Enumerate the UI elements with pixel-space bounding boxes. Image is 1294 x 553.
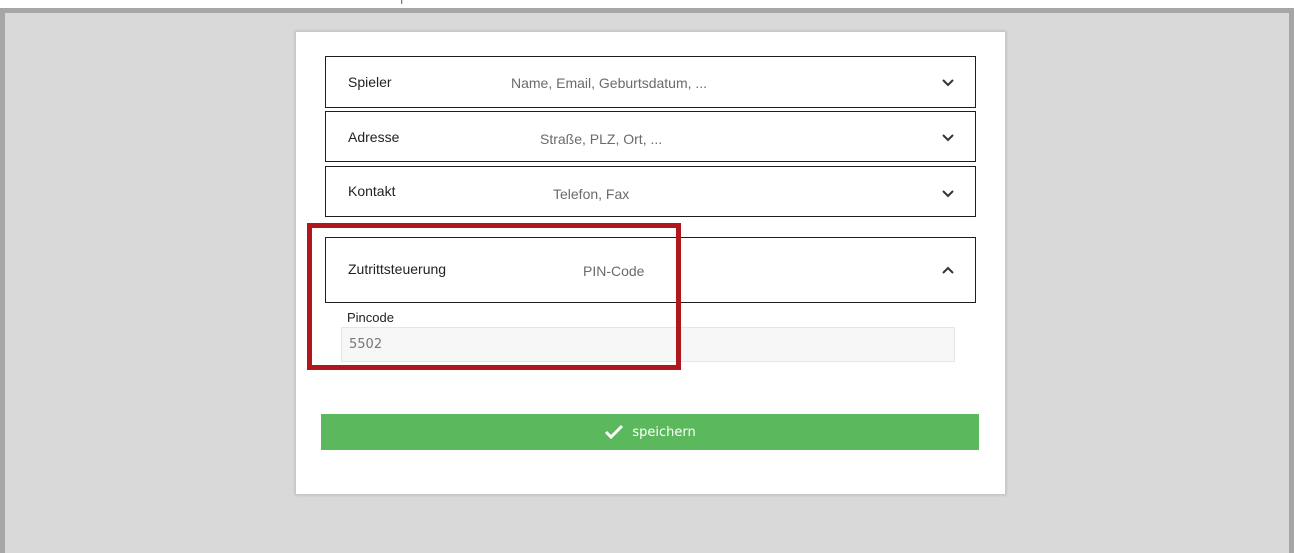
section-kontakt-header[interactable]: Kontakt Telefon, Fax bbox=[325, 166, 976, 217]
section-adresse-header[interactable]: Adresse Straße, PLZ, Ort, ... bbox=[325, 111, 976, 162]
chevron-down-icon[interactable] bbox=[941, 78, 955, 88]
section-title: Zutrittsteuerung bbox=[348, 261, 447, 277]
checkmark-icon bbox=[605, 424, 624, 440]
section-title: Adresse bbox=[348, 129, 400, 145]
pincode-label: Pincode bbox=[347, 310, 394, 325]
section-subtitle: PIN-Code bbox=[583, 263, 645, 279]
save-button[interactable]: speichern bbox=[321, 414, 979, 450]
section-title: Spieler bbox=[348, 74, 392, 90]
section-subtitle: Straße, PLZ, Ort, ... bbox=[540, 131, 663, 147]
chevron-down-icon[interactable] bbox=[941, 189, 955, 199]
section-zutrittsteuerung-header[interactable]: Zutrittsteuerung PIN-Code bbox=[325, 237, 976, 303]
chevron-down-icon[interactable] bbox=[941, 133, 955, 143]
section-spieler-header[interactable]: Spieler Name, Email, Geburtsdatum, ... bbox=[325, 56, 976, 108]
pincode-input[interactable]: 5502 bbox=[341, 327, 955, 362]
player-form-card: Spieler Name, Email, Geburtsdatum, ... A… bbox=[295, 31, 1006, 495]
chevron-up-icon[interactable] bbox=[941, 265, 955, 275]
section-title: Kontakt bbox=[348, 183, 396, 199]
save-button-label: speichern bbox=[632, 424, 696, 440]
top-edge-link-fragment: | bbox=[400, 0, 403, 4]
section-subtitle: Name, Email, Geburtsdatum, ... bbox=[511, 75, 708, 91]
section-subtitle: Telefon, Fax bbox=[553, 186, 630, 202]
